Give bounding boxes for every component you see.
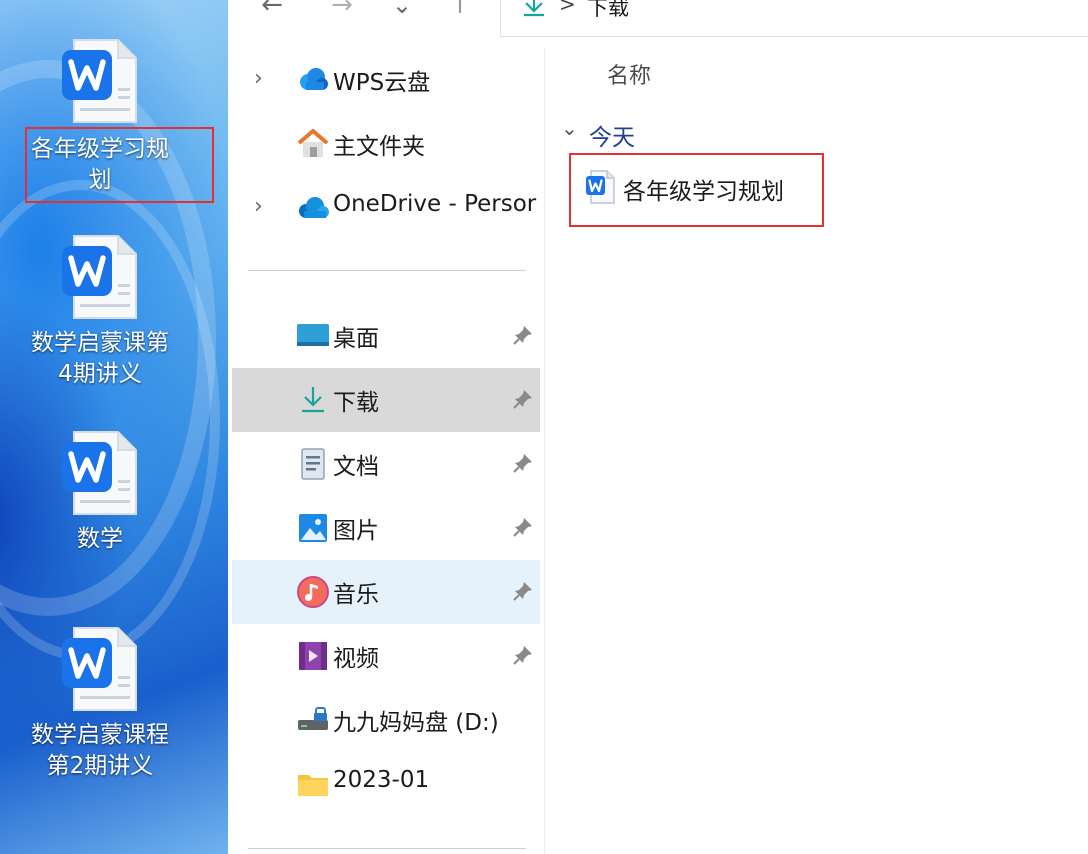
label-line: 数学启蒙课第 bbox=[31, 330, 169, 356]
videos-icon bbox=[299, 642, 327, 670]
desktop-icon-file[interactable]: 数学启蒙课第 4期讲义 bbox=[0, 234, 200, 394]
up-button[interactable]: ↑ bbox=[442, 0, 478, 20]
desktop-icon bbox=[297, 324, 329, 346]
desktop-icon-file[interactable]: 数学启蒙课程 第2期讲义 bbox=[0, 626, 200, 786]
wps-writer-doc-icon bbox=[62, 627, 137, 711]
explorer-toolbar: ← → ⌄ ↑ > 下载 bbox=[228, 0, 1088, 37]
pictures-icon bbox=[299, 514, 327, 542]
wps-cloud-icon bbox=[300, 68, 328, 90]
label-line: 第2期讲义 bbox=[46, 753, 154, 779]
wps-writer-doc-icon bbox=[62, 431, 137, 515]
pin-icon[interactable] bbox=[512, 644, 534, 666]
navigation-pane: › WPS云盘 主文件夹 › OneDrive - Persor 桌面 下载 文… bbox=[228, 36, 544, 854]
nav-item-home[interactable]: 主文件夹 bbox=[232, 112, 540, 176]
nav-item-label: 桌面 bbox=[333, 326, 379, 352]
back-arrow-icon: ← bbox=[261, 0, 283, 20]
file-explorer-window: ← → ⌄ ↑ > 下载 › WPS云盘 主文件夹 › OneDrive - P… bbox=[228, 0, 1088, 854]
nav-item-label: 图片 bbox=[333, 518, 379, 544]
desktop-icon-file[interactable]: 数学 bbox=[0, 430, 200, 560]
breadcrumb-current-folder[interactable]: 下载 bbox=[587, 0, 629, 22]
chevron-down-icon[interactable]: ⌄ bbox=[561, 116, 578, 140]
nav-item-documents[interactable]: 文档 bbox=[232, 432, 540, 496]
label-line: 数学启蒙课程 bbox=[31, 722, 169, 748]
nav-item-label: 视频 bbox=[333, 646, 379, 672]
chevron-right-icon[interactable]: › bbox=[254, 66, 263, 91]
nav-item-drive-d[interactable]: 九九妈妈盘 (D:) bbox=[232, 688, 540, 752]
wps-writer-doc-icon bbox=[62, 235, 137, 319]
address-bar[interactable]: > 下载 bbox=[500, 0, 1088, 37]
desktop-icon-label: 数学启蒙课程 第2期讲义 bbox=[14, 720, 186, 782]
home-icon bbox=[297, 129, 329, 157]
download-icon bbox=[524, 0, 544, 17]
desktop-icon-label: 数学 bbox=[14, 524, 186, 555]
nav-item-wps-cloud[interactable]: › WPS云盘 bbox=[232, 48, 540, 112]
nav-item-label: OneDrive - Persor bbox=[333, 191, 537, 217]
recent-locations-button[interactable]: ⌄ bbox=[384, 0, 420, 20]
forward-button[interactable]: → bbox=[324, 0, 360, 20]
up-arrow-icon: ↑ bbox=[449, 0, 471, 20]
forward-arrow-icon: → bbox=[331, 0, 353, 20]
nav-item-label: 九九妈妈盘 (D:) bbox=[333, 710, 499, 736]
chevron-down-icon: ⌄ bbox=[391, 0, 413, 19]
nav-item-music[interactable]: 音乐 bbox=[232, 560, 540, 624]
nav-item-label: 2023-01 bbox=[333, 767, 430, 793]
nav-item-label: 音乐 bbox=[333, 582, 379, 608]
pin-icon[interactable] bbox=[512, 388, 534, 410]
onedrive-icon bbox=[299, 197, 329, 218]
pin-icon[interactable] bbox=[512, 324, 534, 346]
download-icon bbox=[302, 387, 324, 413]
desktop: 各年级学习规 划 数学启蒙课第 4期讲义 数学 数学启蒙课程 第2期讲义 bbox=[0, 0, 228, 854]
column-header-name[interactable]: 名称 bbox=[607, 58, 651, 90]
nav-divider bbox=[248, 848, 526, 849]
folder-icon bbox=[298, 775, 328, 796]
wps-writer-doc-icon bbox=[62, 39, 137, 123]
music-icon bbox=[297, 576, 329, 608]
pin-icon[interactable] bbox=[512, 452, 534, 474]
group-header-label: 今天 bbox=[589, 125, 635, 151]
back-button[interactable]: ← bbox=[254, 0, 290, 20]
label-line: 数学 bbox=[77, 526, 123, 552]
nav-item-desktop[interactable]: 桌面 bbox=[232, 304, 540, 368]
chevron-right-icon[interactable]: › bbox=[254, 194, 263, 219]
breadcrumb-separator: > bbox=[559, 0, 576, 16]
nav-item-pictures[interactable]: 图片 bbox=[232, 496, 540, 560]
nav-item-videos[interactable]: 视频 bbox=[232, 624, 540, 688]
pin-icon[interactable] bbox=[512, 580, 534, 602]
desktop-icon-label: 数学启蒙课第 4期讲义 bbox=[14, 328, 186, 390]
nav-item-onedrive[interactable]: › OneDrive - Persor bbox=[232, 176, 540, 240]
drive-icon bbox=[298, 707, 328, 730]
nav-item-label: 主文件夹 bbox=[333, 134, 425, 160]
nav-item-folder-2023-01[interactable]: 2023-01 bbox=[232, 752, 540, 816]
nav-divider bbox=[248, 270, 526, 271]
nav-item-downloads[interactable]: 下载 bbox=[232, 368, 540, 432]
nav-item-label: 文档 bbox=[333, 454, 379, 480]
highlight-box bbox=[25, 127, 214, 203]
nav-item-label: 下载 bbox=[333, 390, 379, 416]
nav-item-label: WPS云盘 bbox=[333, 70, 431, 96]
label-line: 4期讲义 bbox=[58, 361, 142, 387]
pin-icon[interactable] bbox=[512, 516, 534, 538]
documents-icon bbox=[301, 448, 325, 480]
highlight-box bbox=[569, 153, 824, 227]
